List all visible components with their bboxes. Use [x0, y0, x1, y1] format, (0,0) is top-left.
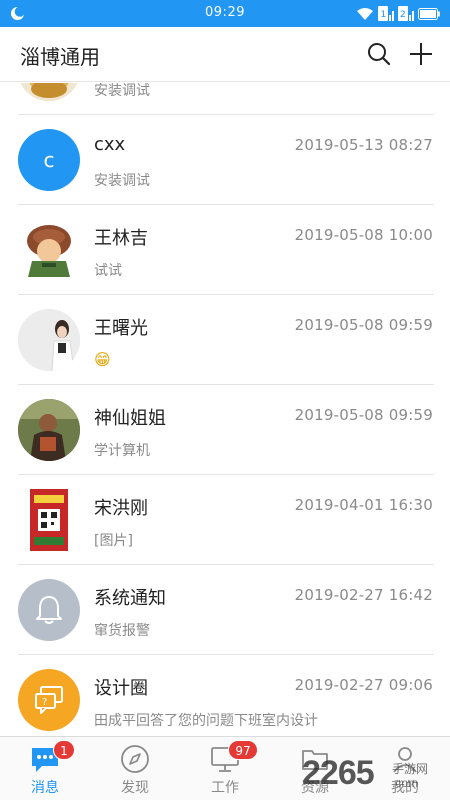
conversation-row[interactable]: 王曙光 2019-05-08 09:59 😁	[0, 295, 450, 385]
conversation-preview: 学计算机	[94, 443, 150, 459]
tab-label: 消息	[31, 780, 59, 796]
avatar	[18, 309, 80, 371]
conversation-preview: 田成平回答了您的问题下班室内设计	[94, 713, 318, 729]
status-icons: 1 2	[356, 5, 440, 22]
conversation-preview: [图片]	[94, 533, 133, 549]
conversation-time: 2019-05-08 09:59	[294, 316, 433, 334]
compass-icon	[121, 745, 149, 773]
conversation-row[interactable]: ? 设计圈 2019-02-27 09:06 田成平回答了您的问题下班室内设计	[0, 655, 450, 736]
tab-label: 资源	[301, 780, 329, 796]
sim-1-signal-icon: 1	[378, 6, 394, 21]
unread-badge: 1	[53, 740, 75, 760]
conversation-time: 2019-05-08 10:00	[294, 226, 433, 244]
tab-profile[interactable]: 我的	[360, 737, 450, 800]
avatar	[18, 83, 80, 101]
tab-discover[interactable]: 发现	[90, 737, 180, 800]
conversation-name: 王林吉	[94, 228, 148, 249]
tab-label: 我的	[391, 780, 419, 796]
avatar	[18, 489, 80, 551]
avatar	[18, 399, 80, 461]
search-icon[interactable]	[366, 41, 392, 67]
conversation-preview: 安装调试	[94, 173, 150, 189]
bell-icon	[36, 596, 62, 624]
person-icon	[393, 747, 417, 773]
svg-text:?: ?	[42, 697, 47, 708]
conversation-list[interactable]: 安装调试 c cxx 2019-05-13 08:27 安装调试 王林吉 201…	[0, 83, 450, 736]
conversation-preview: 😁	[94, 350, 111, 369]
avatar	[18, 219, 80, 281]
page-title: 淄博通用	[20, 45, 100, 69]
tab-work[interactable]: 97 工作	[180, 737, 270, 800]
avatar: c	[18, 129, 80, 191]
poster-avatar-image	[30, 489, 68, 551]
wifi-icon	[357, 7, 373, 20]
status-bar: 09:29 1 2	[0, 0, 450, 27]
photo-avatar-image	[18, 309, 80, 371]
conversation-row[interactable]: 宋洪刚 2019-04-01 16:30 [图片]	[0, 475, 450, 565]
photo-avatar-image	[18, 399, 80, 461]
conversation-name: 神仙姐姐	[94, 408, 166, 429]
cartoon-avatar-image	[18, 83, 80, 101]
conversation-time: 2019-04-01 16:30	[294, 496, 433, 514]
avatar: ?	[18, 669, 80, 731]
folder-icon	[302, 750, 328, 770]
svg-text:1: 1	[381, 10, 387, 20]
chat-bubbles-icon: ?	[35, 686, 63, 714]
work-count-badge: 97	[228, 740, 258, 760]
sim-2-signal-icon: 2	[398, 6, 414, 21]
conversation-preview: 试试	[94, 263, 122, 279]
tab-resources[interactable]: 资源	[270, 737, 360, 800]
conversation-time: 2019-05-08 09:59	[294, 406, 433, 424]
conversation-time: 2019-05-13 08:27	[294, 136, 433, 154]
conversation-preview: 窜货报警	[94, 623, 150, 639]
conversation-name: 宋洪刚	[94, 498, 148, 519]
tab-messages[interactable]: 1 消息	[0, 737, 90, 800]
bottom-tab-bar: 1 消息 发现 97 工作 资源 我的	[0, 736, 450, 800]
conversation-time: 2019-02-27 09:06	[294, 676, 433, 694]
tab-label: 工作	[211, 780, 239, 796]
conversation-preview: 安装调试	[94, 83, 150, 99]
conversation-row[interactable]: 安装调试	[0, 83, 450, 115]
conversation-row[interactable]: 神仙姐姐 2019-05-08 09:59 学计算机	[0, 385, 450, 475]
avatar	[18, 579, 80, 641]
conversation-row[interactable]: 系统通知 2019-02-27 16:42 窜货报警	[0, 565, 450, 655]
add-icon[interactable]	[408, 41, 434, 67]
conversation-name: cxx	[94, 134, 126, 155]
cartoon-character-image	[27, 225, 71, 277]
conversation-name: 设计圈	[94, 678, 148, 699]
battery-icon	[418, 7, 440, 20]
conversation-row[interactable]: 王林吉 2019-05-08 10:00 试试	[0, 205, 450, 295]
app-header: 淄博通用	[0, 27, 450, 82]
conversation-name: 系统通知	[94, 588, 166, 609]
conversation-time: 2019-02-27 16:42	[294, 586, 433, 604]
conversation-row[interactable]: c cxx 2019-05-13 08:27 安装调试	[0, 115, 450, 205]
tab-label: 发现	[121, 780, 149, 796]
avatar-initial: c	[43, 148, 55, 172]
svg-text:2: 2	[400, 10, 406, 20]
conversation-name: 王曙光	[94, 318, 148, 339]
